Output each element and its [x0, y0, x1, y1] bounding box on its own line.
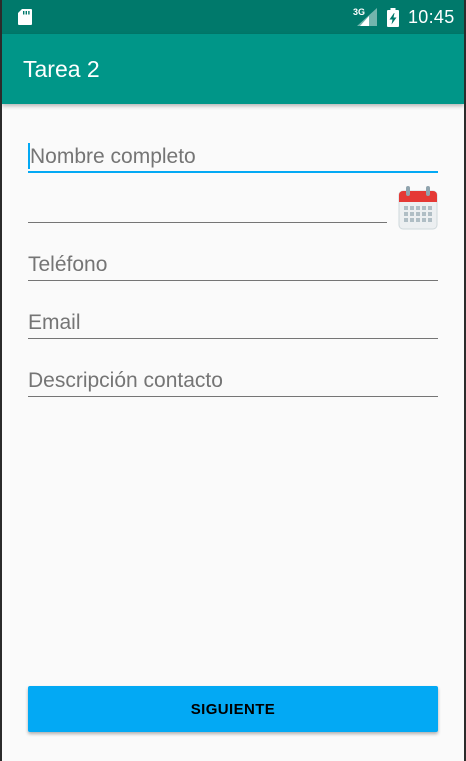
- app-title: Tarea 2: [23, 56, 100, 82]
- app-screen: 3G 10:45 Tarea 2 Nombre completo Teléfon…: [2, 0, 464, 761]
- birth-date-input[interactable]: [28, 189, 387, 223]
- status-bar: 3G 10:45: [2, 0, 464, 34]
- email-input[interactable]: Email: [28, 305, 438, 339]
- calendar-icon[interactable]: [398, 186, 438, 231]
- next-button[interactable]: SIGUIENTE: [28, 686, 438, 732]
- contact-description-input[interactable]: Descripción contacto: [28, 363, 438, 397]
- sd-card-icon: [18, 9, 32, 25]
- app-bar: Tarea 2: [2, 34, 464, 104]
- phone-input[interactable]: Teléfono: [28, 247, 438, 281]
- clock-label: 10:45: [408, 7, 455, 27]
- email-placeholder: Email: [28, 311, 81, 334]
- phone-placeholder: Teléfono: [28, 253, 108, 276]
- signal-icon: [357, 8, 377, 26]
- full-name-placeholder: Nombre completo: [30, 145, 196, 168]
- contact-description-placeholder: Descripción contacto: [28, 369, 223, 392]
- full-name-input[interactable]: Nombre completo: [28, 139, 438, 173]
- battery-charging-icon: [387, 8, 399, 27]
